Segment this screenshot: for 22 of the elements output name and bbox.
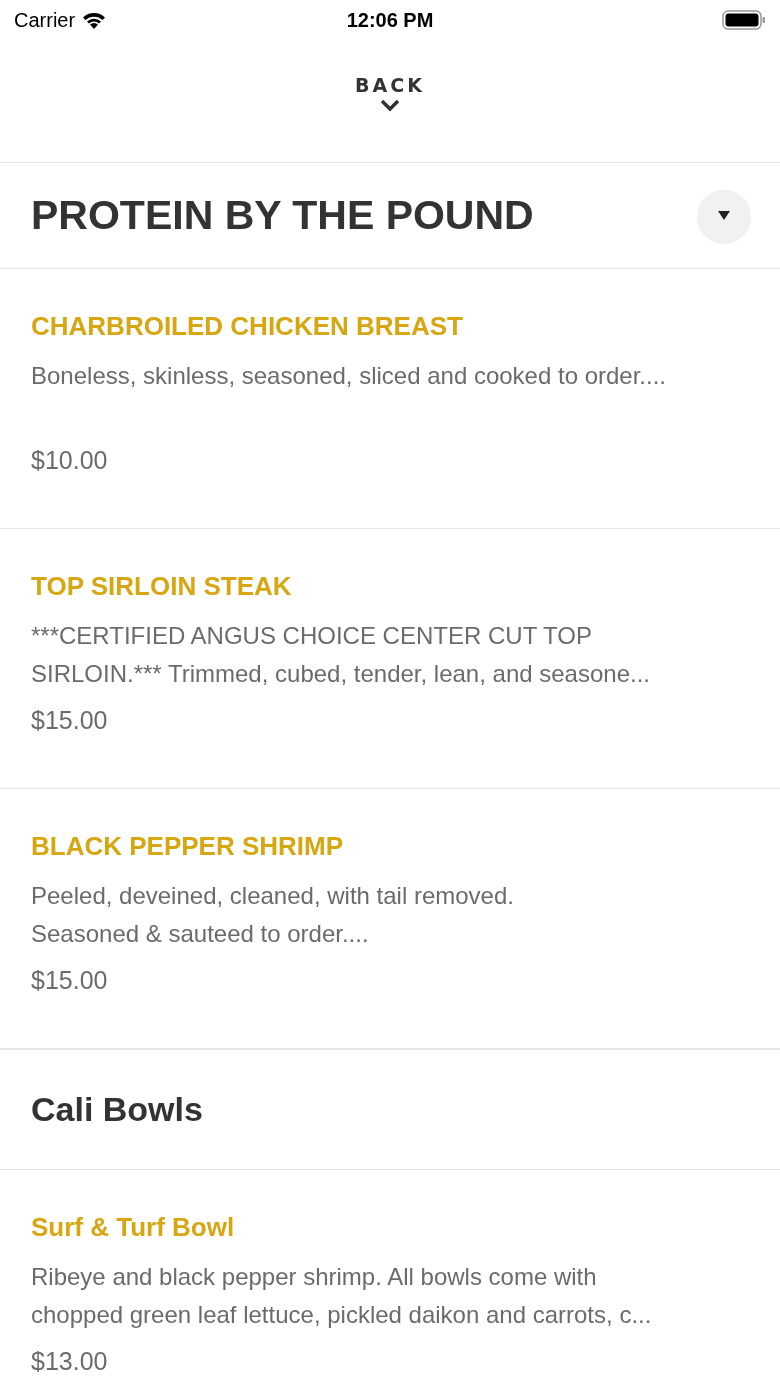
item-description: ***CERTIFIED ANGUS CHOICE CENTER CUT TOP SIRLOIN.*** Trimmed, cubed, tender, lean, and seasone... — [31, 621, 651, 689]
item-name[interactable]: Surf & Turf Bowl — [31, 1210, 749, 1244]
item-description: Peeled, deveined, cleaned, with tail removed. Seasoned & sauteed to order.... — [31, 881, 515, 949]
dropdown-button[interactable] — [698, 189, 750, 242]
item-description: Ribeye and black pepper shrimp. All bowls come with chopped green leaf lettuce, pickled daikon and carrots, c... — [31, 1262, 653, 1330]
item-price: $10.00 — [31, 445, 109, 476]
wifi-icon — [81, 10, 108, 30]
item-description: Boneless, skinless, seasoned, sliced and cooked to order.... — [31, 361, 668, 391]
item-price: $15.00 — [31, 965, 109, 996]
item-price: $15.00 — [31, 705, 109, 736]
chevron-down-icon — [379, 98, 401, 112]
carrier-name: Carrier — [14, 8, 76, 32]
item-name[interactable]: BLACK PEPPER SHRIMP — [31, 829, 749, 863]
section-title: Cali Bowls — [31, 1090, 203, 1129]
item-name[interactable]: CHARBROILED CHICKEN BREAST — [31, 309, 749, 343]
item-price: $13.00 — [31, 1346, 109, 1377]
back-button[interactable]: BACK — [355, 74, 425, 112]
caret-icon — [718, 211, 730, 220]
status-time: 12:06 PM — [346, 8, 434, 32]
battery-icon — [722, 10, 766, 30]
item-name[interactable]: TOP SIRLOIN STEAK — [31, 569, 749, 603]
section-title: PROTEIN BY THE POUND — [31, 192, 534, 239]
